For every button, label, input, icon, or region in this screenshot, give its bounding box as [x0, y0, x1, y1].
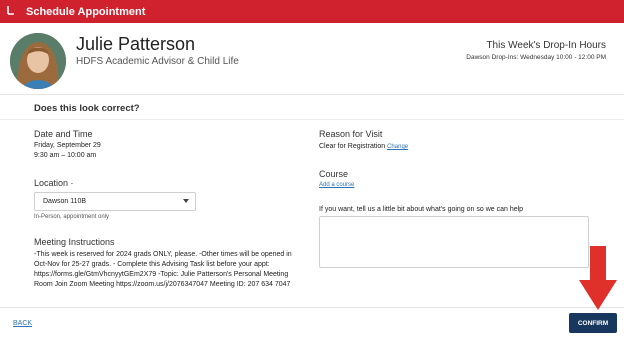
course-label: Course [319, 169, 349, 179]
reason-row: Clear for Registration Change [319, 142, 408, 152]
avatar [10, 33, 66, 89]
annotation-arrow-icon [579, 246, 617, 310]
meeting-instructions-line: Room Join Zoom Meeting https://zoom.us/j… [34, 281, 291, 288]
location-note: In-Person, appointment only [34, 214, 110, 220]
confirm-button[interactable]: CONFIRM [569, 313, 617, 333]
notes-prompt: If you want, tell us a little bit about … [319, 206, 524, 213]
date-time-label: Date and Time [34, 129, 93, 139]
top-bar: Schedule Appointment [0, 0, 624, 23]
meeting-instructions-label: Meeting Instructions [34, 237, 115, 247]
location-select[interactable]: Dawson 110B [34, 192, 196, 211]
drop-in-hours-detail: Dawson Drop-Ins: Wednesday 10:00 - 12:00… [466, 54, 606, 61]
location-label: Location · [34, 178, 74, 188]
meeting-instructions-line: Oct-Nov for 25-27 grads. - Complete this… [34, 261, 270, 268]
meeting-instructions-line: -This week is reserved for 2024 grads ON… [34, 251, 292, 258]
advisor-name: Julie Patterson [76, 34, 196, 54]
divider [0, 119, 624, 120]
drop-in-hours-title: This Week's Drop-In Hours [486, 40, 606, 51]
confirm-question: Does this look correct? [34, 103, 140, 114]
reason-value: Clear for Registration [319, 143, 386, 150]
appointment-time: 9:30 am – 10:00 am [34, 152, 97, 159]
back-link[interactable]: BACK [13, 320, 32, 327]
reason-label: Reason for Visit [319, 129, 383, 139]
back-arrow-icon[interactable] [6, 5, 24, 18]
footer: BACK [0, 307, 624, 338]
page-title: Schedule Appointment [26, 5, 146, 18]
advisor-role: HDFS Academic Advisor & Child Life [76, 56, 239, 67]
appointment-date: Friday, September 29 [34, 142, 101, 149]
notes-textarea[interactable] [319, 216, 589, 268]
caret-down-icon [183, 199, 189, 203]
meeting-instructions-line: https://forms.gle/GtmVhcnyytGEm2X79 -Top… [34, 271, 289, 278]
advisor-profile: Julie Patterson HDFS Academic Advisor & … [0, 23, 624, 95]
add-course-link[interactable]: Add a course [319, 182, 354, 188]
change-reason-link[interactable]: Change [387, 144, 408, 150]
location-selected-value: Dawson 110B [43, 198, 87, 205]
